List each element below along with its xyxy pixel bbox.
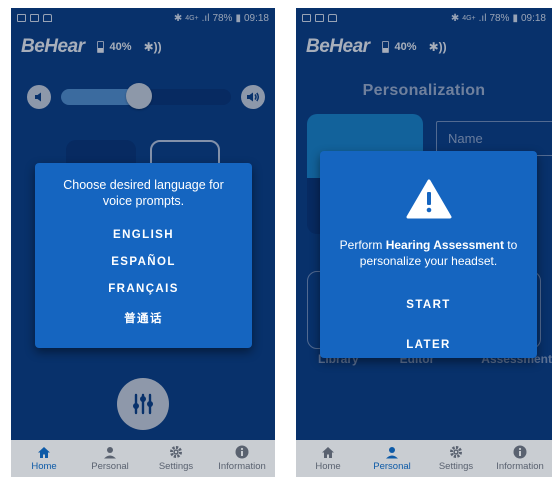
language-option-english[interactable]: ENGLISH	[35, 229, 252, 241]
later-button[interactable]: LATER	[320, 339, 537, 351]
language-option-mandarin[interactable]: 普通话	[35, 310, 252, 326]
volume-up-button[interactable]	[241, 85, 265, 109]
headset-battery: 40%	[96, 41, 132, 53]
headset-battery: 40%	[381, 41, 417, 53]
assessment-dialog: Perform Hearing Assessment to personaliz…	[320, 151, 537, 358]
headset-battery-icon	[96, 41, 104, 53]
info-icon	[235, 445, 249, 459]
nav-personal[interactable]: Personal	[360, 440, 424, 477]
equalizer-icon	[133, 393, 153, 415]
network-type: 4G+	[462, 14, 476, 22]
home-icon	[38, 446, 50, 458]
nav-personal[interactable]: Personal	[77, 440, 143, 477]
nav-home[interactable]: Home	[11, 440, 77, 477]
app-header: BeHear 40% ✱))	[21, 34, 275, 60]
headset-battery-icon	[381, 41, 389, 53]
bottom-navigation: Home Personal Settings Information	[11, 440, 275, 477]
nav-information[interactable]: Information	[209, 440, 275, 477]
mail-notification-icon	[30, 14, 39, 22]
signal-icon: .ıl	[478, 12, 487, 24]
gallery-notification-icon	[17, 14, 26, 22]
bluetooth-connected-icon: ✱))	[143, 40, 162, 54]
nav-personal-label: Personal	[373, 460, 411, 472]
bag-notification-icon	[328, 14, 337, 22]
gear-icon	[450, 446, 462, 458]
headset-battery-level: 40%	[394, 41, 417, 53]
headset-battery-level: 40%	[109, 41, 132, 53]
volume-slider[interactable]	[61, 83, 231, 109]
person-icon	[386, 446, 398, 458]
nav-home-label: Home	[31, 460, 57, 472]
nav-information-label: Information	[218, 461, 266, 472]
start-button[interactable]: START	[320, 299, 537, 311]
status-bar: ✱ 4G+ .ıl 78% ▮ 09:18	[11, 8, 275, 28]
app-logo: BeHear	[306, 36, 370, 57]
phone-battery-level: 78%	[212, 12, 233, 24]
assessment-message: Perform Hearing Assessment to personaliz…	[328, 237, 529, 269]
home-icon	[322, 446, 334, 458]
language-prompt: Choose desired language for voice prompt…	[63, 178, 224, 208]
status-bar: ✱ 4G+ .ıl 78% ▮ 09:18	[296, 8, 552, 28]
app-logo: BeHear	[21, 36, 85, 57]
bottom-navigation: Home Personal Settings Information	[296, 440, 552, 477]
signal-icon: .ıl	[201, 12, 210, 24]
nav-settings[interactable]: Settings	[143, 440, 209, 477]
volume-control	[27, 83, 265, 109]
nav-home[interactable]: Home	[296, 440, 360, 477]
phone-battery-icon: ▮	[235, 12, 241, 24]
volume-down-button[interactable]	[27, 85, 51, 109]
home-screen: ✱ 4G+ .ıl 78% ▮ 09:18 BeHear 40% ✱)) Cho…	[11, 8, 275, 477]
app-header: BeHear 40% ✱))	[306, 34, 552, 60]
speaker-low-icon	[35, 92, 41, 102]
mail-notification-icon	[315, 14, 324, 22]
warning-icon	[406, 179, 451, 219]
person-icon	[104, 446, 116, 458]
language-option-spanish[interactable]: ESPAÑOL	[35, 256, 252, 268]
bluetooth-connected-icon: ✱))	[428, 40, 447, 54]
nav-information-label: Information	[496, 461, 544, 472]
bluetooth-status-icon: ✱	[173, 12, 183, 24]
equalizer-button[interactable]	[117, 378, 169, 430]
page-title: Personalization	[362, 82, 486, 99]
phone-battery-level: 78%	[489, 12, 510, 24]
nav-settings-label: Settings	[158, 461, 194, 472]
network-type: 4G+	[185, 14, 199, 22]
assessment-message-start: Perform	[339, 238, 386, 252]
phone-battery-icon: ▮	[512, 12, 518, 24]
language-option-french[interactable]: FRANÇAIS	[35, 283, 252, 295]
gear-icon	[170, 446, 182, 458]
nav-settings-label: Settings	[438, 461, 474, 472]
nav-personal-label: Personal	[91, 460, 129, 472]
speaker-high-icon	[247, 92, 260, 102]
bag-notification-icon	[43, 14, 52, 22]
language-dialog: Choose desired language for voice prompt…	[35, 163, 252, 348]
info-icon	[513, 445, 527, 459]
nav-settings[interactable]: Settings	[424, 440, 488, 477]
volume-slider-knob[interactable]	[126, 83, 153, 109]
nav-information[interactable]: Information	[488, 440, 552, 477]
assessment-message-bold: Hearing Assessment	[385, 238, 504, 252]
bluetooth-status-icon: ✱	[450, 12, 460, 24]
gallery-notification-icon	[302, 14, 311, 22]
clock: 09:18	[520, 12, 546, 24]
personal-screen: ✱ 4G+ .ıl 78% ▮ 09:18 BeHear 40% ✱)) Per…	[296, 8, 552, 477]
clock: 09:18	[243, 12, 269, 24]
nav-home-label: Home	[315, 460, 341, 472]
